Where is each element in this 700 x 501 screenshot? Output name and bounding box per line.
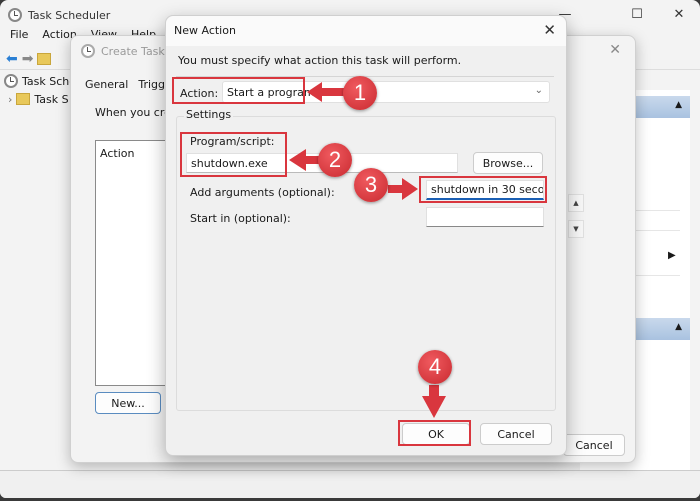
step-1-badge: 1 [343, 76, 377, 110]
step-3-badge: 3 [354, 168, 388, 202]
arrow-3-icon [388, 178, 418, 200]
arrow-4-icon [422, 385, 446, 418]
annotation-arrows [289, 82, 446, 418]
arrow-2-icon [289, 149, 320, 171]
step-2-badge: 2 [318, 143, 352, 177]
arrow-1-icon [307, 82, 345, 102]
step-4-badge: 4 [418, 350, 452, 384]
